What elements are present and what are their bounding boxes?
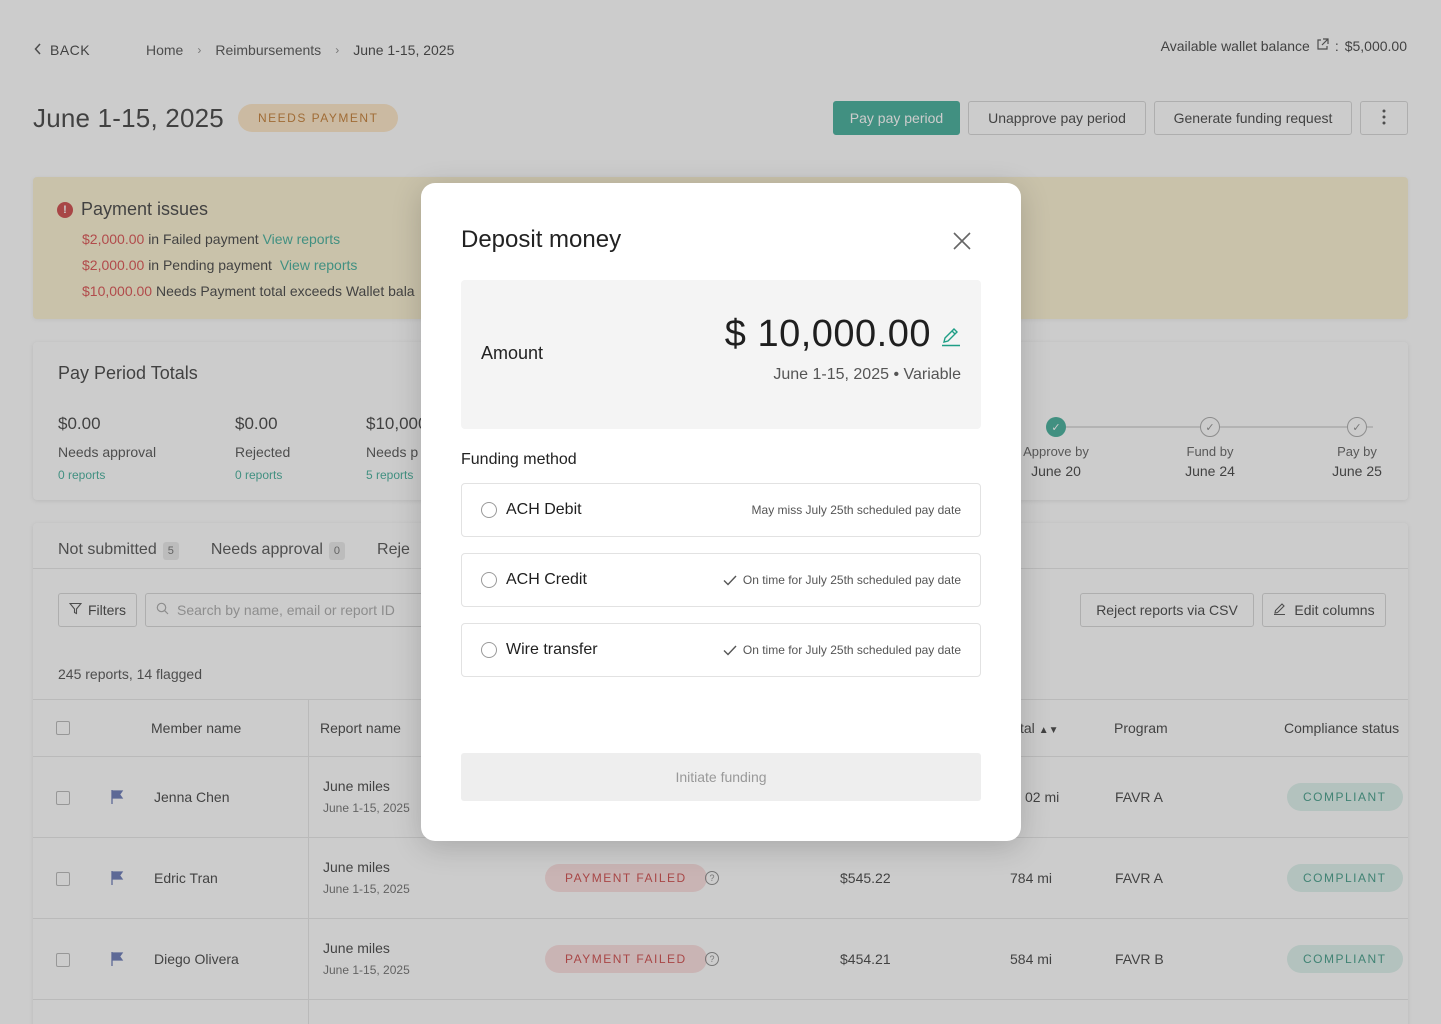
close-icon[interactable]	[952, 231, 972, 251]
funding-option-wire-transfer[interactable]: Wire transfer On time for July 25th sche…	[461, 623, 981, 677]
funding-method-label: Funding method	[461, 451, 577, 468]
check-icon	[723, 645, 737, 656]
funding-option-ach-credit[interactable]: ACH Credit On time for July 25th schedul…	[461, 553, 981, 607]
amount-meta: June 1-15, 2025 • Variable	[773, 366, 961, 383]
funding-option-ach-debit[interactable]: ACH Debit May miss July 25th scheduled p…	[461, 483, 981, 537]
dialog-title: Deposit money	[461, 226, 622, 253]
radio-button[interactable]	[481, 642, 497, 658]
check-icon	[723, 575, 737, 586]
amount-summary: Amount $ 10,000.00 June 1-15, 2025 • Var…	[461, 280, 981, 429]
edit-amount-icon[interactable]	[941, 327, 961, 347]
deposit-money-dialog: Deposit money Amount $ 10,000.00 June 1-…	[421, 183, 1021, 841]
amount-value: $ 10,000.00	[724, 313, 931, 355]
radio-button[interactable]	[481, 502, 497, 518]
amount-label: Amount	[481, 343, 544, 363]
initiate-funding-button[interactable]: Initiate funding	[461, 753, 981, 801]
radio-button[interactable]	[481, 572, 497, 588]
